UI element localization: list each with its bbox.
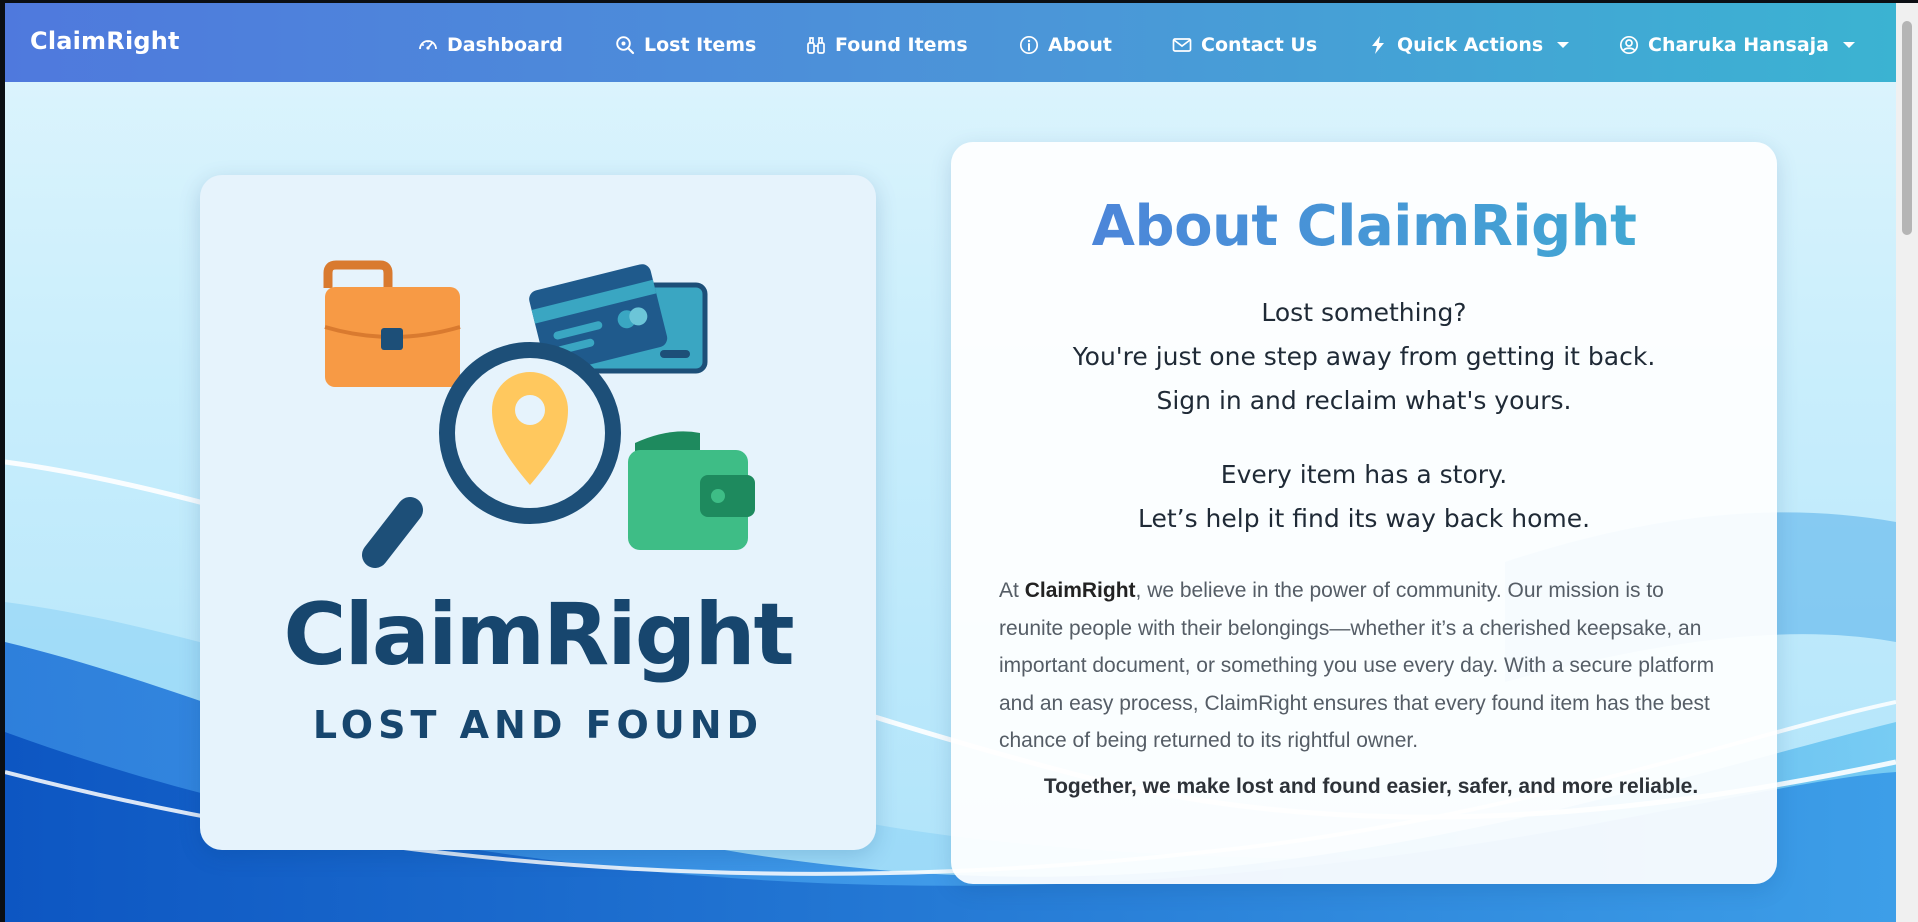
dashboard-gauge-icon: [419, 40, 437, 50]
tagline-line: Let’s help it find its way back home.: [1137, 504, 1591, 533]
tagline-line: Sign in and reclaim what's yours.: [1156, 386, 1572, 415]
binoculars-icon: [807, 37, 825, 54]
user-menu-dropdown[interactable]: Charuka Hansaja: [1619, 33, 1855, 57]
nav-found-items[interactable]: Found Items: [806, 33, 968, 57]
user-circle-icon: [1619, 35, 1639, 55]
chevron-down-icon: [1557, 42, 1570, 48]
body-brand: ClaimRight: [1024, 579, 1136, 602]
briefcase-icon: [323, 260, 461, 387]
nav-about-label: About: [1048, 34, 1112, 56]
page-scrollbar[interactable]: [1896, 3, 1918, 922]
nav-contact-us-label: Contact Us: [1201, 34, 1318, 56]
nav-dashboard-label: Dashboard: [447, 34, 563, 56]
tagline-line: Lost something?: [1261, 298, 1467, 327]
nav-lost-items[interactable]: Lost Items: [615, 33, 756, 57]
lightning-icon: [1372, 36, 1384, 54]
tagline-line: You're just one step away from getting i…: [1072, 342, 1656, 371]
chevron-down-icon: [1842, 42, 1855, 48]
envelope-icon: [1172, 38, 1192, 52]
brand-logo-link[interactable]: ClaimRight: [30, 27, 180, 55]
body-prefix: At: [999, 579, 1025, 602]
top-navbar: ClaimRight Dashboard Lost Items Found It…: [5, 3, 1896, 82]
quick-actions-label: Quick Actions: [1397, 34, 1544, 56]
search-icon: [616, 36, 635, 55]
about-title: About ClaimRight: [951, 194, 1777, 259]
body-rest: , we believe in the power of community. …: [999, 579, 1715, 752]
scrollbar-thumb[interactable]: [1902, 21, 1912, 235]
nav-lost-items-label: Lost Items: [644, 34, 757, 56]
logo-subtitle: LOST AND FOUND: [312, 703, 764, 747]
wallet-icon: [628, 431, 755, 550]
nav-found-items-label: Found Items: [835, 34, 968, 56]
quick-actions-dropdown[interactable]: Quick Actions: [1368, 33, 1570, 57]
nav-about[interactable]: About: [1019, 33, 1112, 57]
nav-dashboard[interactable]: Dashboard: [418, 33, 563, 57]
about-card: About ClaimRight Lost something? You're …: [951, 142, 1777, 884]
closing-statement: Together, we make lost and found easier,…: [1043, 775, 1699, 798]
tagline-line: Every item has a story.: [1220, 460, 1508, 489]
info-icon: [1019, 35, 1039, 55]
mission-paragraph: At ClaimRight, we believe in the power o…: [999, 572, 1729, 760]
browser-viewport: ClaimRight Dashboard Lost Items Found It…: [5, 3, 1896, 922]
nav-contact-us[interactable]: Contact Us: [1172, 33, 1317, 57]
user-name-label: Charuka Hansaja: [1648, 34, 1829, 56]
logo-title: ClaimRight: [283, 585, 794, 685]
logo-card: ClaimRight LOST AND FOUND: [200, 175, 876, 850]
lost-and-found-illustration: [323, 260, 755, 568]
